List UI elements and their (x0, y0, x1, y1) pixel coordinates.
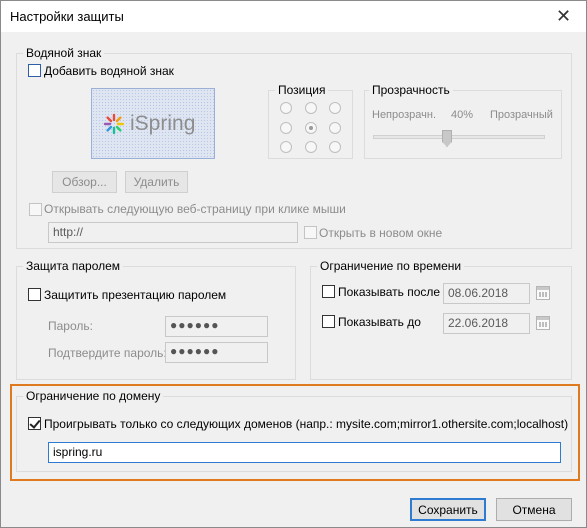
watermark-group-title: Водяной знак (23, 46, 105, 60)
new-window-label: Открыть в новом окне (319, 226, 443, 240)
watermark-preview: iSpring (91, 88, 215, 159)
new-window-checkbox[interactable] (304, 226, 317, 239)
title-bar: Настройки защиты ✕ (1, 1, 586, 32)
show-after-label: Показывать после (338, 285, 441, 299)
protect-password-label: Защитить презентацию паролем (44, 288, 227, 302)
protection-settings-dialog: Настройки защиты ✕ Водяной знак Добавить… (0, 0, 587, 528)
transparency-group-title: Прозрачность (369, 83, 453, 97)
domain-group-title: Ограничение по домену (23, 389, 164, 403)
position-top-left-radio[interactable] (280, 102, 292, 114)
position-top-center-radio[interactable] (305, 102, 317, 114)
delete-button[interactable]: Удалить (125, 171, 188, 193)
cancel-button[interactable]: Отмена (496, 498, 572, 521)
position-bottom-right-radio[interactable] (329, 141, 341, 153)
opaque-label: Непрозрачн. (372, 109, 437, 121)
confirm-password-label: Подтвердите пароль: (48, 346, 167, 360)
show-after-calendar-icon[interactable] (536, 286, 550, 300)
position-middle-left-radio[interactable] (280, 122, 292, 134)
password-group-title: Защита паролем (23, 259, 124, 273)
open-page-label: Открывать следующую веб-страницу при кли… (44, 202, 346, 216)
add-watermark-checkbox[interactable] (28, 64, 41, 77)
transparency-value: 40% (451, 109, 474, 121)
password-label: Пароль: (48, 319, 93, 333)
show-until-label: Показывать до (338, 315, 421, 329)
show-until-calendar-icon[interactable] (536, 316, 550, 330)
show-until-date-field[interactable]: 22.06.2018 (443, 313, 530, 334)
play-only-domains-label: Проигрывать только со следующих доменов … (44, 417, 569, 431)
add-watermark-label: Добавить водяной знак (44, 64, 174, 78)
dialog-title: Настройки защиты (10, 9, 124, 24)
play-only-domains-checkbox[interactable] (28, 417, 41, 430)
save-button[interactable]: Сохранить (410, 498, 486, 521)
position-group-title: Позиция (275, 83, 329, 97)
open-page-checkbox[interactable] (29, 203, 42, 216)
time-limit-group-title: Ограничение по времени (317, 259, 465, 273)
position-bottom-center-radio[interactable] (305, 141, 317, 153)
password-field[interactable]: ●●●●●● (165, 316, 268, 337)
show-after-checkbox[interactable] (322, 285, 335, 298)
position-bottom-left-radio[interactable] (280, 141, 292, 153)
domains-field[interactable]: ispring.ru (48, 442, 561, 463)
position-top-right-radio[interactable] (329, 102, 341, 114)
browse-button[interactable]: Обзор... (52, 171, 117, 193)
show-after-date-field[interactable]: 08.06.2018 (443, 283, 530, 304)
confirm-password-field[interactable]: ●●●●●● (165, 342, 268, 363)
protect-password-checkbox[interactable] (28, 288, 41, 301)
transparency-slider-track[interactable] (373, 135, 545, 139)
watermark-logo-text: iSpring (130, 112, 196, 135)
transparent-label: Прозрачный (490, 109, 553, 121)
show-until-checkbox[interactable] (322, 315, 335, 328)
close-icon[interactable]: ✕ (541, 1, 586, 31)
position-middle-right-radio[interactable] (329, 122, 341, 134)
position-middle-center-radio[interactable] (305, 122, 317, 134)
transparency-group: Прозрачность (364, 83, 562, 159)
url-field[interactable]: http:// (48, 222, 298, 243)
